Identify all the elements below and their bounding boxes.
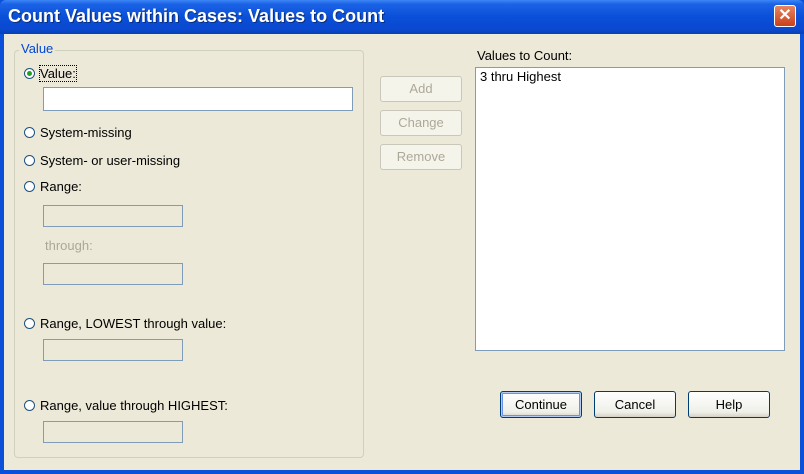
- radio-range-lowest-label: Range, LOWEST through value:: [40, 316, 227, 331]
- range-to-input[interactable]: [43, 263, 183, 285]
- radio-button[interactable]: [24, 400, 35, 411]
- radio-system-or-user-missing[interactable]: System- or user-missing: [24, 153, 180, 168]
- values-to-count-list[interactable]: 3 thru Highest: [475, 67, 785, 351]
- radio-system-missing[interactable]: System-missing: [24, 125, 132, 140]
- radio-system-missing-label: System-missing: [40, 125, 132, 140]
- value-group-legend: Value: [19, 41, 56, 56]
- continue-button[interactable]: Continue: [500, 391, 582, 418]
- radio-range-highest-label: Range, value through HIGHEST:: [40, 398, 228, 413]
- range-highest-input[interactable]: [43, 421, 183, 443]
- dialog-window: Count Values within Cases: Values to Cou…: [0, 0, 804, 474]
- range-from-input[interactable]: [43, 205, 183, 227]
- title-bar[interactable]: Count Values within Cases: Values to Cou…: [0, 0, 804, 34]
- radio-button[interactable]: [24, 318, 35, 329]
- radio-range-label: Range:: [40, 179, 82, 194]
- through-label: through:: [45, 238, 93, 253]
- remove-button[interactable]: Remove: [380, 144, 462, 170]
- close-button[interactable]: ✕: [774, 5, 796, 27]
- add-button[interactable]: Add: [380, 76, 462, 102]
- radio-button[interactable]: [24, 155, 35, 166]
- change-button[interactable]: Change: [380, 110, 462, 136]
- radio-system-or-user-missing-label: System- or user-missing: [40, 153, 181, 168]
- value-group: [14, 50, 364, 458]
- help-button[interactable]: Help: [688, 391, 770, 418]
- close-icon: ✕: [778, 7, 792, 24]
- cancel-button[interactable]: Cancel: [594, 391, 676, 418]
- radio-value-label: Value:: [39, 65, 77, 82]
- value-input[interactable]: [43, 87, 353, 111]
- radio-range-highest[interactable]: Range, value through HIGHEST:: [24, 398, 228, 413]
- radio-button[interactable]: [24, 181, 35, 192]
- list-item[interactable]: 3 thru Highest: [476, 68, 784, 85]
- radio-range[interactable]: Range:: [24, 179, 82, 194]
- range-lowest-input[interactable]: [43, 339, 183, 361]
- dialog-body: Value Value: System-missing System- or u…: [4, 34, 800, 470]
- window-title: Count Values within Cases: Values to Cou…: [8, 6, 385, 26]
- values-to-count-label: Values to Count:: [477, 48, 573, 63]
- radio-button-selected[interactable]: [24, 68, 35, 79]
- radio-button[interactable]: [24, 127, 35, 138]
- radio-value[interactable]: Value:: [24, 65, 77, 82]
- radio-range-lowest[interactable]: Range, LOWEST through value:: [24, 316, 226, 331]
